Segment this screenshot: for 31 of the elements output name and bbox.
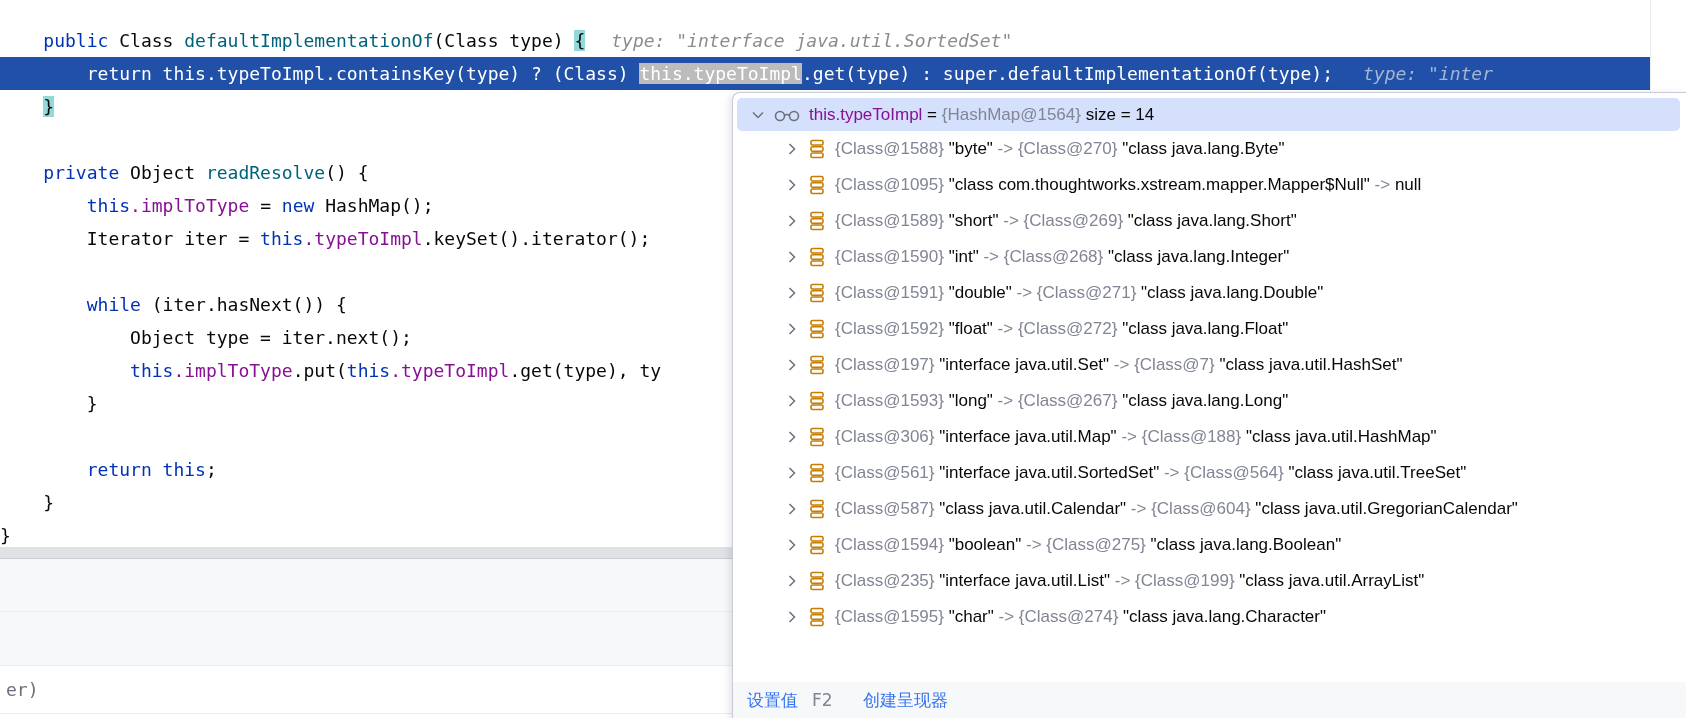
variable-summary: this.typeToImpl = {HashMap@1564} size = 14 [809, 104, 1155, 125]
shortcut-label: F2 [812, 690, 833, 710]
map-entry-text: {Class@1594} "boolean" -> {Class@275} "class java.lang.Boolean" [835, 535, 1342, 555]
map-entry-text: {Class@1591} "double" -> {Class@271} "class java.lang.Double" [835, 283, 1324, 303]
inline-value-hint: type: "interface java.util.SortedSet" [611, 30, 1013, 51]
code-fragment: er) [6, 679, 39, 700]
code-line: Object type = iter.next(); [129, 325, 412, 350]
code-line: this.implToType.put(this.typeToImpl.get(type), ty [129, 358, 662, 383]
code-line: } [0, 523, 11, 547]
map-entry-text: {Class@235} "interface java.util.List" -> {Class@199} "class java.util.ArrayList" [835, 571, 1425, 591]
code-line: } [42, 490, 55, 515]
code-line: Iterator iter = this.typeToImpl.keySet().iterator(); [85, 226, 651, 251]
code-line: private Object readResolve() { [42, 160, 369, 185]
map-entry-text: {Class@197} "interface java.util.Set" -> {Class@7} "class java.util.HashSet" [835, 355, 1403, 375]
code-line: return this.typeToImpl.containsKey(type) ? (Class) this.typeToImpl.get(type) : super.defaultImplementationOf(type); [85, 61, 1333, 86]
map-entry-text: {Class@1095} "class com.thoughtworks.xstream.mapper.Mapper$Null" -> null [835, 175, 1422, 195]
code-line: return this; [85, 457, 217, 482]
map-entry-text: {Class@1593} "long" -> {Class@267} "class java.lang.Long" [835, 391, 1289, 411]
map-entry-text: {Class@561} "interface java.util.SortedSet" -> {Class@564} "class java.util.TreeSet" [835, 463, 1467, 483]
map-entry-text: {Class@1589} "short" -> {Class@269} "class java.lang.Short" [835, 211, 1297, 231]
inline-value-hint: type: "inter [1362, 63, 1493, 84]
map-entry-text: {Class@1588} "byte" -> {Class@270} "class java.lang.Byte" [835, 139, 1285, 159]
code-line: while (iter.hasNext()) { [85, 292, 347, 317]
map-entry-text: {Class@306} "interface java.util.Map" -> {Class@188} "class java.util.HashMap" [835, 427, 1437, 447]
map-entry-text: {Class@587} "class java.util.Calendar" -> {Class@604} "class java.util.GregorianCalendar" [835, 499, 1518, 519]
map-entry-text: {Class@1595} "char" -> {Class@274} "class java.lang.Character" [835, 607, 1327, 627]
map-entry-text: {Class@1590} "int" -> {Class@268} "class java.lang.Integer" [835, 247, 1290, 267]
map-entry-text: {Class@1592} "float" -> {Class@272} "class java.lang.Float" [835, 319, 1289, 339]
code-line: this.implToType = new HashMap(); [85, 193, 434, 218]
code-line: public Class defaultImplementationOf(Class type) { [42, 28, 586, 53]
code-line: } [85, 391, 98, 416]
